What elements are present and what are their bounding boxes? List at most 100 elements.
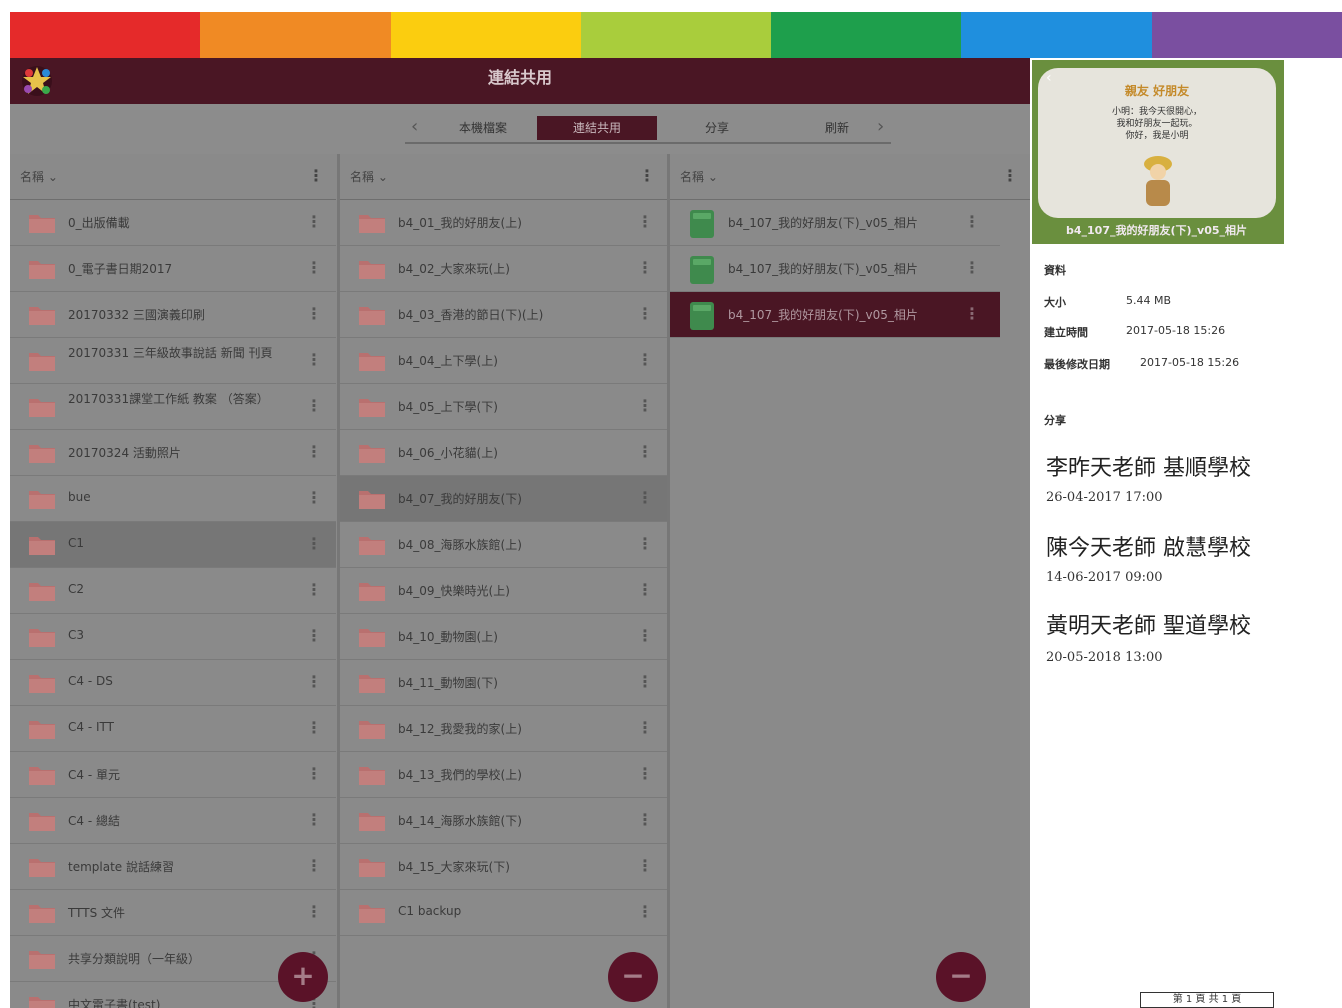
row-menu-icon[interactable]: ⋮ xyxy=(306,488,322,507)
row-menu-icon[interactable]: ⋮ xyxy=(637,442,653,461)
row-menu-icon[interactable]: ⋮ xyxy=(637,488,653,507)
folder-row[interactable]: template 說話練習 ⋮ xyxy=(10,844,336,890)
rainbow-segment xyxy=(10,12,201,58)
folder-row[interactable]: b4_10_動物園(上) ⋮ xyxy=(340,614,667,660)
column-header[interactable]: 名稱 ⌄ ⋮ xyxy=(10,154,336,200)
row-menu-icon[interactable]: ⋮ xyxy=(306,580,322,599)
folder-row[interactable]: TTTS 文件 ⋮ xyxy=(10,890,336,936)
row-menu-icon[interactable]: ⋮ xyxy=(637,350,653,369)
column-header[interactable]: 名稱 ⌄ ⋮ xyxy=(670,154,1030,200)
remove-file-button[interactable]: − xyxy=(936,952,986,1002)
row-menu-icon[interactable]: ⋮ xyxy=(637,718,653,737)
more-options-icon[interactable]: ⋮ xyxy=(639,166,655,185)
folder-name: b4_09_快樂時光(上) xyxy=(398,584,510,598)
folder-row[interactable]: bue ⋮ xyxy=(10,476,336,522)
row-menu-icon[interactable]: ⋮ xyxy=(306,718,322,737)
folder-row[interactable]: 20170324 活動照片 ⋮ xyxy=(10,430,336,476)
folder-row[interactable]: b4_04_上下學(上) ⋮ xyxy=(340,338,667,384)
row-menu-icon[interactable]: ⋮ xyxy=(637,856,653,875)
folder-row[interactable]: b4_02_大家來玩(上) ⋮ xyxy=(340,246,667,292)
row-menu-icon[interactable]: ⋮ xyxy=(964,258,980,277)
folder-row[interactable]: C4 - 單元 ⋮ xyxy=(10,752,336,798)
row-menu-icon[interactable]: ⋮ xyxy=(637,672,653,691)
folder-row[interactable]: b4_15_大家來玩(下) ⋮ xyxy=(340,844,667,890)
folder-row[interactable]: C3 ⋮ xyxy=(10,614,336,660)
row-menu-icon[interactable]: ⋮ xyxy=(306,534,322,553)
folder-row[interactable]: b4_13_我們的學校(上) ⋮ xyxy=(340,752,667,798)
folder-row[interactable]: C1 ⋮ xyxy=(10,522,336,568)
rainbow-segment xyxy=(200,12,391,58)
row-menu-icon[interactable]: ⋮ xyxy=(637,212,653,231)
tab-link-share[interactable]: 連結共用 xyxy=(537,116,657,140)
folder-row[interactable]: b4_08_海豚水族館(上) ⋮ xyxy=(340,522,667,568)
folder-icon xyxy=(29,353,55,371)
row-menu-icon[interactable]: ⋮ xyxy=(637,626,653,645)
folder-row[interactable]: 20170331課堂工作紙 教案 （答案） ⋮ xyxy=(10,384,336,430)
folder-name: 0_出版備載 xyxy=(68,216,130,230)
file-preview[interactable]: 親友 好朋友 小明：我今天很開心， 我和好朋友一起玩。 你好，我是小明 b4_1… xyxy=(1032,60,1284,244)
row-menu-icon[interactable]: ⋮ xyxy=(306,672,322,691)
folder-row[interactable]: C2 ⋮ xyxy=(10,568,336,614)
back-icon[interactable]: ‹ xyxy=(1046,70,1052,86)
row-menu-icon[interactable]: ⋮ xyxy=(306,212,322,231)
file-row[interactable]: b4_107_我的好朋友(下)_v05_相片 ⋮ xyxy=(670,246,1000,292)
folder-name: b4_11_動物園(下) xyxy=(398,676,498,690)
folder-row[interactable]: b4_09_快樂時光(上) ⋮ xyxy=(340,568,667,614)
folder-row[interactable]: b4_11_動物園(下) ⋮ xyxy=(340,660,667,706)
folder-row[interactable]: C4 - 總結 ⋮ xyxy=(10,798,336,844)
ebook-file-icon xyxy=(690,302,714,330)
preview-line: 你好，我是小明 xyxy=(1125,131,1189,141)
row-menu-icon[interactable]: ⋮ xyxy=(306,396,322,415)
folder-row[interactable]: C4 - DS ⋮ xyxy=(10,660,336,706)
folder-row[interactable]: b4_05_上下學(下) ⋮ xyxy=(340,384,667,430)
folder-row[interactable]: b4_01_我的好朋友(上) ⋮ xyxy=(340,200,667,246)
chevron-left-icon[interactable]: ‹ xyxy=(411,116,418,137)
row-menu-icon[interactable]: ⋮ xyxy=(637,534,653,553)
row-menu-icon[interactable]: ⋮ xyxy=(637,764,653,783)
chevron-right-icon[interactable]: › xyxy=(877,116,884,137)
file-row[interactable]: b4_107_我的好朋友(下)_v05_相片 ⋮ xyxy=(670,292,1000,338)
row-menu-icon[interactable]: ⋮ xyxy=(637,902,653,921)
folder-row[interactable]: 0_出版備載 ⋮ xyxy=(10,200,336,246)
row-menu-icon[interactable]: ⋮ xyxy=(637,304,653,323)
column-header[interactable]: 名稱 ⌄ ⋮ xyxy=(340,154,667,200)
row-menu-icon[interactable]: ⋮ xyxy=(306,258,322,277)
folder-name: bue xyxy=(68,490,91,504)
details-panel: 親友 好朋友 小明：我今天很開心， 我和好朋友一起玩。 你好，我是小明 b4_1… xyxy=(1030,58,1342,1008)
size-value: 5.44 MB xyxy=(1126,294,1172,307)
row-menu-icon[interactable]: ⋮ xyxy=(306,810,322,829)
folder-row[interactable]: b4_12_我愛我的家(上) ⋮ xyxy=(340,706,667,752)
folder-row[interactable]: 20170331 三年級故事說話 新聞 刊頁 ⋮ xyxy=(10,338,336,384)
folder-row[interactable]: b4_06_小花貓(上) ⋮ xyxy=(340,430,667,476)
remove-button[interactable]: − xyxy=(608,952,658,1002)
folder-name: 20170331 三年級故事說話 新聞 刊頁 xyxy=(68,346,273,360)
row-menu-icon[interactable]: ⋮ xyxy=(306,902,322,921)
folder-row[interactable]: 20170332 三國演義印刷 ⋮ xyxy=(10,292,336,338)
row-menu-icon[interactable]: ⋮ xyxy=(306,764,322,783)
tab-strip: ‹ 本機檔案 連結共用 分享 刷新 › xyxy=(405,114,891,144)
folder-icon xyxy=(359,583,385,601)
folder-row[interactable]: 0_電子書日期2017 ⋮ xyxy=(10,246,336,292)
file-row[interactable]: b4_107_我的好朋友(下)_v05_相片 ⋮ xyxy=(670,200,1000,246)
row-menu-icon[interactable]: ⋮ xyxy=(637,810,653,829)
row-menu-icon[interactable]: ⋮ xyxy=(964,212,980,231)
row-menu-icon[interactable]: ⋮ xyxy=(637,580,653,599)
row-menu-icon[interactable]: ⋮ xyxy=(637,258,653,277)
folder-row[interactable]: C4 - ITT ⋮ xyxy=(10,706,336,752)
more-options-icon[interactable]: ⋮ xyxy=(1002,166,1018,185)
folder-row[interactable]: b4_14_海豚水族館(下) ⋮ xyxy=(340,798,667,844)
row-menu-icon[interactable]: ⋮ xyxy=(306,304,322,323)
folder-row[interactable]: C1 backup ⋮ xyxy=(340,890,667,936)
folder-row[interactable]: b4_03_香港的節日(下)(上) ⋮ xyxy=(340,292,667,338)
row-menu-icon[interactable]: ⋮ xyxy=(306,856,322,875)
add-button[interactable]: + xyxy=(278,952,328,1002)
row-menu-icon[interactable]: ⋮ xyxy=(964,304,980,323)
row-menu-icon[interactable]: ⋮ xyxy=(637,396,653,415)
row-menu-icon[interactable]: ⋮ xyxy=(306,442,322,461)
tab-local-files[interactable]: 本機檔案 xyxy=(423,116,543,140)
row-menu-icon[interactable]: ⋮ xyxy=(306,626,322,645)
row-menu-icon[interactable]: ⋮ xyxy=(306,350,322,369)
tab-share[interactable]: 分享 xyxy=(657,116,777,140)
folder-row[interactable]: b4_07_我的好朋友(下) ⋮ xyxy=(340,476,667,522)
more-options-icon[interactable]: ⋮ xyxy=(308,166,324,185)
